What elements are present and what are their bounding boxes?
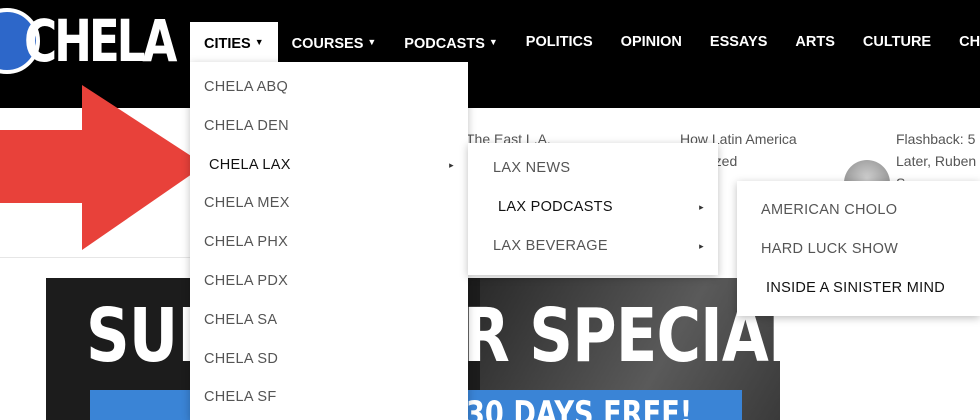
menu-item-label: CHELA LAX — [209, 156, 291, 173]
site-logo[interactable]: CHELA — [24, 6, 177, 76]
menu-item-chela-sd[interactable]: CHELA SD — [190, 340, 468, 379]
nav-chic[interactable]: CHIC — [945, 22, 980, 62]
menu-item-chela-sf[interactable]: CHELA SF — [190, 378, 468, 417]
nav-culture[interactable]: CULTURE — [849, 22, 945, 62]
nav-opinion[interactable]: OPINION — [607, 22, 696, 62]
menu-item-chela-lax[interactable]: CHELA LAX ▸ — [190, 146, 468, 185]
lax-submenu: LAX NEWS LAX PODCASTS ▸ LAX BEVERAGE ▸ — [468, 143, 718, 275]
menu-item-inside-a-sinister-mind[interactable]: INSIDE A SINISTER MIND — [737, 269, 980, 308]
caret-right-icon: ▸ — [449, 159, 454, 170]
nav-podcasts[interactable]: PODCASTS ▼ — [390, 22, 512, 62]
nav-politics[interactable]: POLITICS — [512, 22, 607, 62]
caret-down-icon: ▼ — [254, 37, 264, 47]
nav-courses-label: COURSES — [291, 36, 364, 52]
menu-item-hard-luck-show[interactable]: HARD LUCK SHOW — [737, 230, 980, 269]
menu-item-lax-news[interactable]: LAX NEWS — [468, 149, 718, 188]
menu-item-chela-den[interactable]: CHELA DEN — [190, 107, 468, 146]
menu-item-chela-pdx[interactable]: CHELA PDX — [190, 262, 468, 301]
menu-item-label: LAX BEVERAGE — [493, 237, 608, 254]
nav-cities[interactable]: CITIES ▼ — [190, 22, 278, 62]
menu-item-lax-podcasts[interactable]: LAX PODCASTS ▸ — [468, 188, 718, 227]
menu-item-chela-abq[interactable]: CHELA ABQ — [190, 68, 468, 107]
nav-arts[interactable]: ARTS — [781, 22, 848, 62]
caret-right-icon: ▸ — [699, 201, 704, 212]
story-title-line: Flashback: 5 — [896, 131, 976, 147]
banner-subtitle: 30 DAYS FREE! — [466, 394, 693, 420]
caret-right-icon: ▸ — [699, 240, 704, 251]
menu-item-chela-phx[interactable]: CHELA PHX — [190, 223, 468, 262]
nav-essays[interactable]: ESSAYS — [696, 22, 782, 62]
story-title-line: Later, Ruben — [896, 153, 977, 169]
menu-item-label: LAX PODCASTS — [498, 198, 613, 215]
main-nav: CITIES ▼ COURSES ▼ PODCASTS ▼ POLITICS OPIN… — [190, 22, 980, 62]
caret-down-icon: ▼ — [367, 37, 377, 47]
lax-podcasts-submenu: AMERICAN CHOLO HARD LUCK SHOW INSIDE A S… — [737, 181, 980, 316]
cities-dropdown: CHELA ABQ CHELA DEN CHELA LAX ▸ CHELA ME… — [190, 62, 468, 420]
menu-item-chela-mex[interactable]: CHELA MEX — [190, 184, 468, 223]
menu-item-american-cholo[interactable]: AMERICAN CHOLO — [737, 191, 980, 230]
nav-cities-label: CITIES — [204, 36, 251, 52]
red-arrow-icon — [0, 85, 205, 250]
nav-courses[interactable]: COURSES ▼ — [278, 22, 391, 62]
caret-down-icon: ▼ — [488, 37, 498, 47]
menu-item-lax-beverage[interactable]: LAX BEVERAGE ▸ — [468, 227, 718, 266]
nav-podcasts-label: PODCASTS — [404, 36, 485, 52]
menu-item-chela-sa[interactable]: CHELA SA — [190, 301, 468, 340]
